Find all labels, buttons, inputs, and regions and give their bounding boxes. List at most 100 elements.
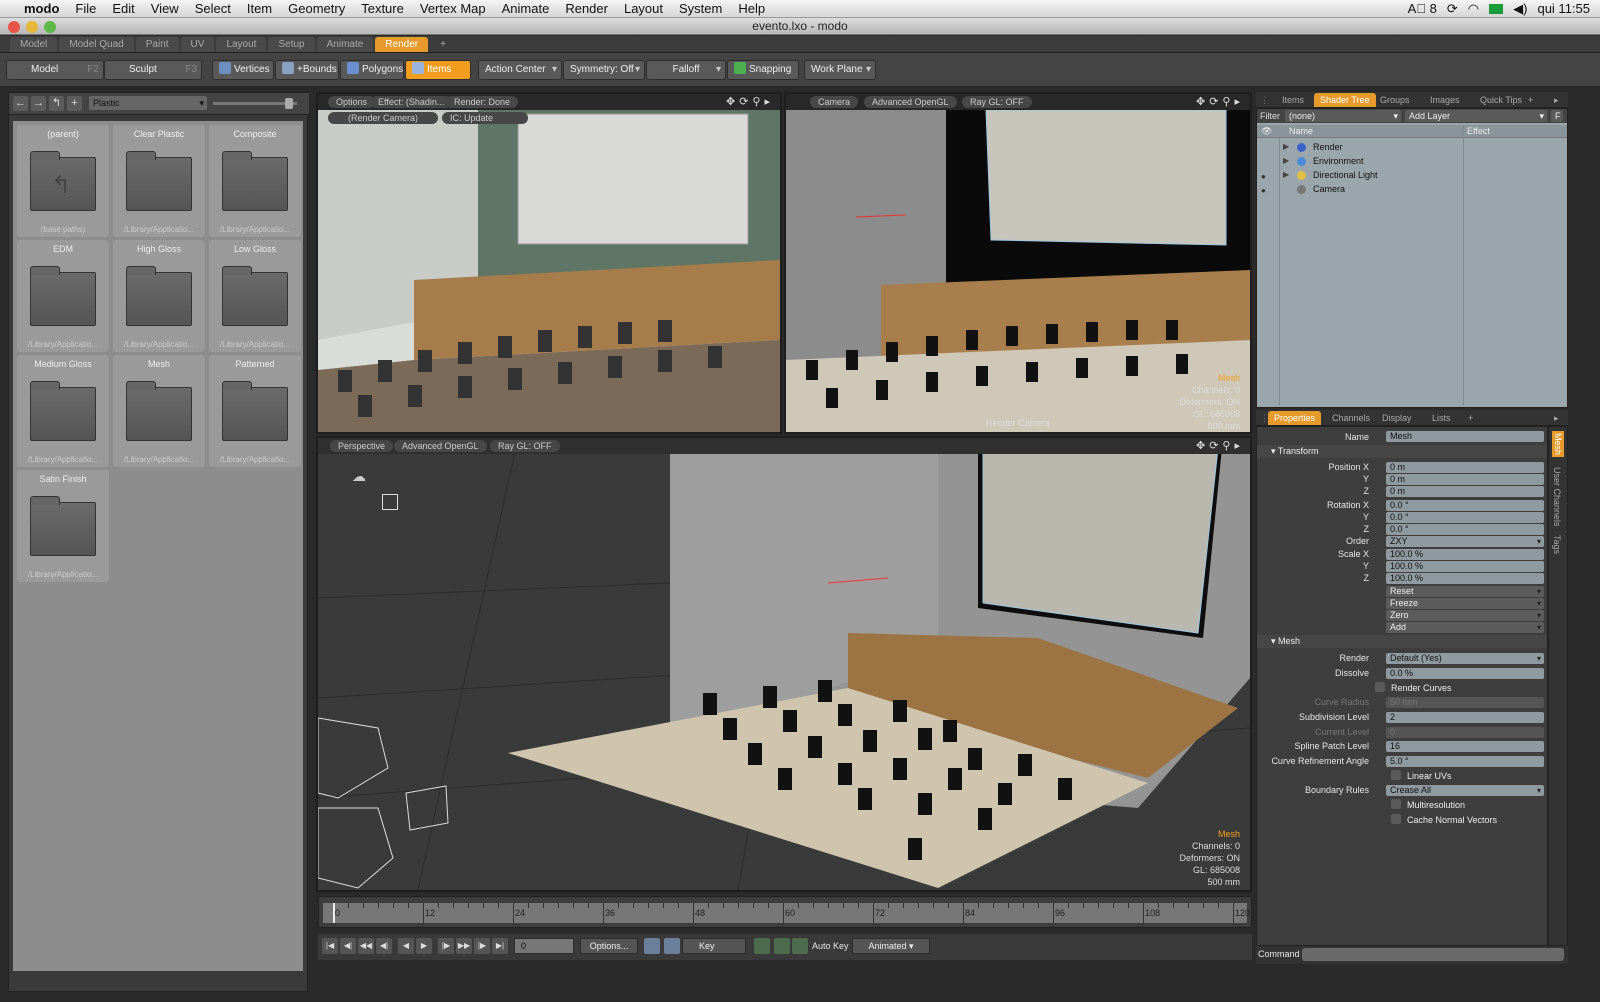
adobe-status-icon[interactable]: A⃞ 8 xyxy=(1408,1,1437,17)
preset-card[interactable]: EDM/Library/Applicatio... xyxy=(17,240,109,352)
preset-card[interactable]: (parent) ↰ (base paths) xyxy=(17,125,109,237)
shader-tree-row[interactable]: ● Camera xyxy=(1257,182,1567,196)
boundary-rules-dropdown[interactable]: Crease All xyxy=(1386,785,1544,796)
render-dropdown[interactable]: Default (Yes) xyxy=(1386,653,1544,664)
minimize-window-button[interactable] xyxy=(26,21,38,33)
model-mode-button[interactable]: Model F2 xyxy=(6,60,104,80)
add-icon[interactable]: + xyxy=(67,96,82,111)
tab-items[interactable]: Items xyxy=(1282,93,1304,107)
autokey-mode-icon[interactable] xyxy=(774,938,790,954)
preset-card[interactable]: Low Gloss/Library/Applicatio... xyxy=(209,240,301,352)
tab-paint[interactable]: Paint xyxy=(135,37,179,52)
symmetry-dropdown[interactable]: Symmetry: Off ▾ xyxy=(563,60,645,80)
filter-toggle-icon[interactable]: F xyxy=(1551,110,1563,122)
tab-quick-tips[interactable]: Quick Tips xyxy=(1480,93,1522,107)
add-layer-dropdown[interactable]: Add Layer ▾ xyxy=(1405,110,1547,122)
camera-raygl-toggle[interactable]: Ray GL: OFF xyxy=(962,96,1032,108)
key-filter-icon[interactable] xyxy=(664,938,680,954)
menu-texture[interactable]: Texture xyxy=(353,1,412,16)
mesh-section[interactable]: ▾ Mesh xyxy=(1257,635,1547,648)
camera-shading-select[interactable]: Advanced OpenGL xyxy=(864,96,957,108)
prev-key-icon[interactable]: ◀| xyxy=(340,938,356,954)
thumbnail-size-slider[interactable] xyxy=(213,98,297,109)
bounds-button[interactable]: +Bounds xyxy=(275,60,339,80)
menu-select[interactable]: Select xyxy=(187,1,239,16)
tab-grip[interactable]: ⋮ xyxy=(1260,93,1269,107)
order-dropdown[interactable]: ZXY xyxy=(1386,536,1544,547)
autokey-record-icon[interactable] xyxy=(754,938,770,954)
timeline-ruler[interactable]: 0 12 24 36 48 60 72 84 96 108 120 xyxy=(323,903,1250,923)
preset-card[interactable]: Composite/Library/Applicatio... xyxy=(209,125,301,237)
viewport-nav-icons[interactable]: ✥⟳⚲▸ xyxy=(1196,95,1244,108)
menu-edit[interactable]: Edit xyxy=(104,1,142,16)
tab-layout[interactable]: Layout xyxy=(216,37,267,52)
shader-tree-row[interactable]: ▶ Environment xyxy=(1257,154,1567,168)
transform-section[interactable]: ▾ Transform xyxy=(1257,445,1547,458)
spline-patch-level-field[interactable]: 16 xyxy=(1386,741,1544,752)
panel-menu-icon[interactable]: ▸ xyxy=(1554,411,1559,425)
perspective-raygl-toggle[interactable]: Ray GL: OFF xyxy=(490,440,560,452)
perspective-view-select[interactable]: Perspective xyxy=(330,440,394,452)
tab-images[interactable]: Images xyxy=(1430,93,1460,107)
preset-category-select[interactable]: Plastic ▾ xyxy=(89,96,207,110)
expand-arrow-icon[interactable]: ▶ xyxy=(1283,168,1289,182)
polygons-button[interactable]: Polygons xyxy=(340,60,404,80)
next-key-icon[interactable]: |▶ xyxy=(474,938,490,954)
close-window-button[interactable] xyxy=(8,21,20,33)
position-x-field[interactable]: 0 m xyxy=(1386,462,1544,473)
menu-system[interactable]: System xyxy=(671,1,730,16)
back-arrow-icon[interactable]: ← xyxy=(13,96,28,111)
slider-handle[interactable] xyxy=(285,98,293,109)
tab-properties[interactable]: Properties xyxy=(1268,411,1322,425)
command-input[interactable] xyxy=(1302,948,1564,961)
render-preview-viewport[interactable]: Options Effect: (Shadin... Render: Done … xyxy=(316,92,782,434)
scale-x-field[interactable]: 100.0 % xyxy=(1386,549,1544,560)
animated-mode-dropdown[interactable]: Animated ▾ xyxy=(852,938,930,954)
subdivision-level-field[interactable]: 2 xyxy=(1386,712,1544,723)
side-tab-mesh[interactable]: Mesh xyxy=(1552,431,1564,458)
camera-gizmo-icon[interactable] xyxy=(382,494,398,510)
add-tab-icon[interactable]: + xyxy=(1468,411,1473,425)
snapping-button[interactable]: Snapping xyxy=(727,60,799,80)
scale-z-field[interactable]: 100.0 % xyxy=(1386,573,1544,584)
expand-arrow-icon[interactable]: ▶ xyxy=(1283,154,1289,168)
zoom-window-button[interactable] xyxy=(44,21,56,33)
tab-model[interactable]: Model xyxy=(10,37,58,52)
side-tab-user-channels[interactable]: User Channels xyxy=(1552,467,1562,527)
film-icon[interactable] xyxy=(644,938,660,954)
menu-geometry[interactable]: Geometry xyxy=(280,1,353,16)
menu-item[interactable]: Item xyxy=(239,1,280,16)
preset-card[interactable]: Clear Plastic/Library/Applicatio... xyxy=(113,125,205,237)
menubar-clock[interactable]: qui 11:55 xyxy=(1537,1,1590,17)
autokey-icon[interactable] xyxy=(792,938,808,954)
render-options-button[interactable]: Options xyxy=(328,96,376,108)
key-button[interactable]: Key xyxy=(682,938,746,954)
tab-uv[interactable]: UV xyxy=(180,37,215,52)
multiresolution-checkbox[interactable] xyxy=(1391,799,1401,809)
menu-layout[interactable]: Layout xyxy=(616,1,671,16)
tab-groups[interactable]: Groups xyxy=(1380,93,1410,107)
rotation-x-field[interactable]: 0.0 ° xyxy=(1386,500,1544,511)
add-tab-icon[interactable]: + xyxy=(1528,93,1533,107)
prev-key-frame-icon[interactable]: ◀◀ xyxy=(358,938,374,954)
preset-card[interactable]: Patterned/Library/Applicatio... xyxy=(209,355,301,467)
play-backward-icon[interactable]: ◀ xyxy=(398,938,414,954)
action-center-dropdown[interactable]: Action Center ▾ xyxy=(478,60,562,80)
zero-dropdown[interactable]: Zero xyxy=(1386,610,1544,621)
wifi-icon[interactable]: ◠ xyxy=(1468,1,1479,17)
current-frame-field[interactable]: 0 xyxy=(514,938,574,954)
add-tab-button[interactable]: + xyxy=(430,37,456,52)
rotation-z-field[interactable]: 0.0 ° xyxy=(1386,524,1544,535)
curve-refinement-field[interactable]: 5.0 ° xyxy=(1386,756,1544,767)
tab-shader-tree[interactable]: Shader Tree xyxy=(1314,93,1376,107)
camera-viewport[interactable]: Camera Advanced OpenGL Ray GL: OFF ✥⟳⚲▸ … xyxy=(784,92,1252,434)
column-name[interactable]: Name xyxy=(1289,125,1313,138)
items-button[interactable]: Items xyxy=(405,60,471,80)
preset-card[interactable]: High Gloss/Library/Applicatio... xyxy=(113,240,205,352)
dissolve-field[interactable]: 0.0 % xyxy=(1386,668,1544,679)
menu-file[interactable]: File xyxy=(67,1,104,16)
eye-icon[interactable]: ● xyxy=(1261,184,1271,195)
tab-render[interactable]: Render xyxy=(375,37,429,52)
shader-tree-row[interactable]: ▶ Render xyxy=(1257,140,1567,154)
ic-update-button[interactable]: IC: Update xyxy=(442,112,528,124)
